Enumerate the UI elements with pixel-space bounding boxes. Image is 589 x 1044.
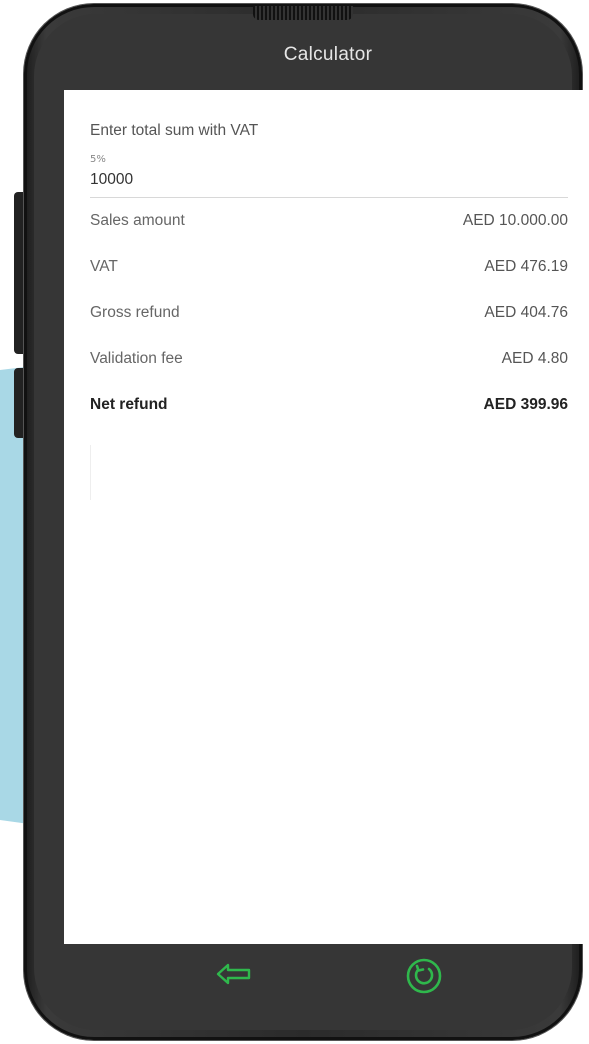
result-value: AED 404.76 xyxy=(484,304,568,321)
result-value: AED 476.19 xyxy=(484,258,568,275)
result-label: Net refund xyxy=(90,396,168,413)
reset-icon xyxy=(406,958,442,994)
back-arrow-icon xyxy=(216,963,251,985)
result-row-sales-amount: Sales amount AED 10.000.00 xyxy=(90,198,568,244)
result-label: VAT xyxy=(90,258,118,275)
result-row-validation-fee: Validation fee AED 4.80 xyxy=(90,336,568,382)
result-label: Sales amount xyxy=(90,212,185,229)
input-label: Enter total sum with VAT xyxy=(90,122,259,139)
divider xyxy=(90,445,91,500)
result-value: AED 4.80 xyxy=(501,350,568,367)
page-title: Calculator xyxy=(283,44,373,65)
stage: Calculator Enter total sum with VAT 5% 1… xyxy=(0,0,589,1044)
result-value: AED 399.96 xyxy=(483,396,568,413)
bottom-toolbar xyxy=(64,944,589,1004)
calculator-content: Enter total sum with VAT 5% 10000 Sales … xyxy=(90,90,568,428)
result-value: AED 10.000.00 xyxy=(462,212,568,229)
calculator-screen: Enter total sum with VAT 5% 10000 Sales … xyxy=(64,90,589,944)
reset-button[interactable] xyxy=(404,956,444,996)
result-row-net-refund: Net refund AED 399.96 xyxy=(90,382,568,428)
speaker-grille xyxy=(253,6,353,20)
back-button[interactable] xyxy=(214,958,254,990)
result-row-gross-refund: Gross refund AED 404.76 xyxy=(90,290,568,336)
phone-frame: Calculator Enter total sum with VAT 5% 1… xyxy=(24,4,589,1040)
result-label: Gross refund xyxy=(90,304,180,321)
total-sum-input[interactable]: 10000 xyxy=(90,171,568,198)
result-row-vat: VAT AED 476.19 xyxy=(90,244,568,290)
vat-rate-label: 5% xyxy=(90,154,106,165)
result-label: Validation fee xyxy=(90,350,183,367)
